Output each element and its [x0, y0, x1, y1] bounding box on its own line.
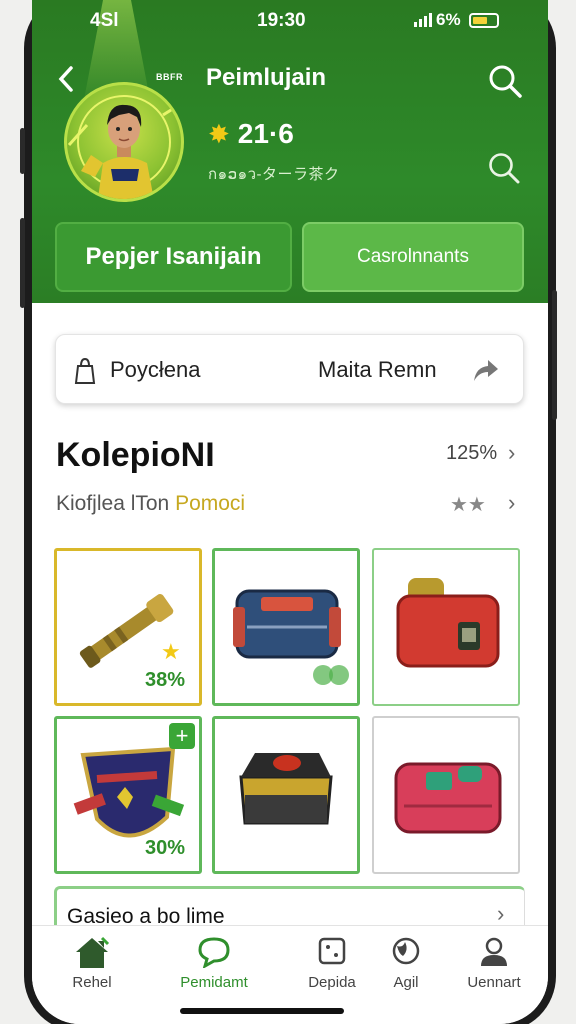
- nav-label: Rehel: [72, 974, 112, 991]
- info-label: Poycłena: [110, 357, 201, 382]
- chevron-right-icon[interactable]: ›: [497, 901, 504, 927]
- star-icon: ✸: [208, 118, 230, 149]
- profile-name: Peimlujain: [206, 64, 327, 91]
- item-discount: 30%: [145, 837, 186, 859]
- carrier-text: 4Sl: [90, 10, 119, 31]
- dice-icon: [318, 937, 346, 965]
- item-tile[interactable]: [372, 548, 520, 706]
- search-icon[interactable]: [486, 62, 524, 100]
- avatar[interactable]: [64, 82, 184, 202]
- status-icons: 6%: [414, 10, 499, 30]
- nav-item-user[interactable]: Uennart: [444, 926, 544, 1006]
- score-value: 21·6: [237, 118, 294, 149]
- tab-secondary[interactable]: Casrolnnants: [302, 222, 524, 292]
- chat-icon: [198, 937, 230, 968]
- subtitle-text: Kiofjlea lTon: [56, 492, 170, 515]
- pink-case-item-icon: [394, 762, 502, 834]
- item-tile[interactable]: [212, 548, 360, 706]
- app-screen: 4Sl 19:30 6% BBFR Peimlujain ✸ 21·6 ก๑ວ๑…: [32, 0, 548, 1024]
- info-card[interactable]: Poycłena Maita Remn: [55, 334, 524, 404]
- nav-item-globe[interactable]: Agil: [356, 926, 456, 1006]
- bag-icon: [74, 357, 96, 384]
- chevron-right-icon[interactable]: ›: [508, 440, 515, 466]
- power-button: [552, 290, 557, 420]
- status-bar: 4Sl 19:30 6%: [32, 10, 548, 31]
- search-icon[interactable]: [486, 150, 522, 186]
- nav-label: Uennart: [467, 974, 521, 991]
- section-subtitle: Kiofjlea lTon Pomoci: [56, 492, 245, 516]
- player-portrait-icon: [67, 95, 180, 199]
- clock: 19:30: [257, 10, 306, 31]
- signal-icon: [414, 13, 432, 27]
- nav-label: Agil: [393, 974, 419, 991]
- svg-text:★: ★: [161, 640, 181, 665]
- profile-tag: BBFR: [156, 72, 183, 82]
- promo-text: Pomoci: [175, 492, 246, 515]
- gold-box-item-icon: [239, 753, 333, 825]
- item-tile[interactable]: + 30%: [54, 716, 202, 874]
- side-button: [20, 128, 25, 174]
- battery-icon: [468, 12, 499, 28]
- side-button: [20, 218, 25, 308]
- home-icon: [76, 936, 110, 968]
- item-tile[interactable]: ★ 38%: [54, 548, 202, 706]
- add-badge-icon[interactable]: +: [169, 723, 195, 749]
- back-icon[interactable]: [56, 64, 82, 96]
- item-tile[interactable]: [372, 716, 520, 874]
- item-tile[interactable]: [212, 716, 360, 874]
- share-icon[interactable]: [470, 355, 500, 385]
- tab-primary[interactable]: Pepjer Isanijain: [55, 222, 292, 292]
- red-case-item-icon: [396, 578, 500, 668]
- chevron-right-icon[interactable]: ›: [508, 490, 515, 516]
- nav-label: Pemidamt: [180, 974, 248, 991]
- home-indicator[interactable]: [180, 1008, 344, 1014]
- score-row: ✸ 21·6: [208, 118, 294, 150]
- section-title: KolepioNI: [56, 436, 215, 474]
- user-icon: [481, 937, 507, 966]
- nav-item-chat[interactable]: Pemidamt: [164, 926, 264, 1006]
- globe-icon: [392, 937, 420, 965]
- rating-stars-icon: ★★: [450, 494, 486, 516]
- nav-item-home[interactable]: Rehel: [42, 926, 142, 1006]
- section-percent: 125%: [446, 442, 498, 464]
- battery-percent: 6%: [436, 10, 461, 29]
- info-meta: Maita Remn: [318, 357, 437, 382]
- item-discount: 38%: [145, 669, 186, 691]
- suitcase-item-icon: [233, 589, 349, 685]
- profile-code: ก๑ວ๑ว-ターラ茶ク: [208, 166, 340, 183]
- profile-header: 4Sl 19:30 6% BBFR Peimlujain ✸ 21·6 ก๑ວ๑…: [32, 0, 548, 303]
